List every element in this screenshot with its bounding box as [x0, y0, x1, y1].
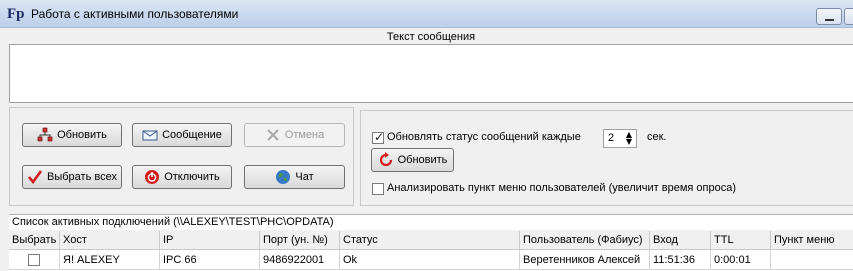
analyze-menu-label: Анализировать пункт меню пользователей (…: [387, 182, 736, 194]
select-all-button-label: Выбрать всех: [47, 171, 117, 183]
column-header-menu-item[interactable]: Пункт меню: [771, 231, 853, 250]
table-cell-ip[interactable]: IPC 66: [160, 250, 260, 270]
app-icon: Fp: [7, 6, 25, 22]
message-text-field[interactable]: [9, 44, 853, 103]
table-cell-status[interactable]: Ok: [340, 250, 520, 270]
refresh-button[interactable]: Обновить: [22, 123, 122, 147]
spinner-arrows-icon[interactable]: ▲ ▼: [622, 131, 636, 146]
envelope-icon: [142, 127, 158, 143]
interval-value: 2: [608, 132, 615, 144]
interval-spinner[interactable]: 2 ▲ ▼: [603, 129, 637, 148]
column-header-ip[interactable]: IP: [160, 231, 260, 250]
refresh-status-button[interactable]: Обновить: [371, 148, 454, 172]
network-refresh-icon: [37, 127, 53, 143]
power-off-icon: [144, 169, 160, 185]
connections-table: Выбрать Хост IP Порт (ун. №) Статус Поль…: [9, 231, 853, 271]
disconnect-button[interactable]: Отключить: [132, 165, 232, 189]
chat-button[interactable]: Чат: [244, 165, 345, 189]
column-header-status[interactable]: Статус: [340, 231, 520, 250]
column-header-port[interactable]: Порт (ун. №): [260, 231, 340, 250]
actions-panel: [9, 107, 354, 206]
select-all-button[interactable]: Выбрать всех: [22, 165, 122, 189]
cancel-x-icon: [265, 127, 281, 143]
column-header-select[interactable]: Выбрать: [9, 231, 60, 250]
red-checkmark-icon: [27, 169, 43, 185]
message-button-label: Сообщение: [162, 129, 222, 141]
title-bar: Fp Работа с активными пользователями: [0, 0, 853, 28]
globe-icon: [275, 169, 291, 185]
refresh-status-button-label: Обновить: [397, 154, 448, 166]
table-cell-menu-item[interactable]: [771, 250, 853, 270]
table-cell-ttl[interactable]: 0:00:01: [711, 250, 771, 270]
auto-refresh-label: Обновлять статус сообщений каждые: [387, 131, 581, 143]
column-header-host[interactable]: Хост: [60, 231, 160, 250]
table-row-select-cell[interactable]: [9, 250, 60, 270]
maximize-button[interactable]: [844, 8, 853, 25]
table-cell-login[interactable]: 11:51:36: [650, 250, 711, 270]
red-refresh-arrow-icon: [378, 152, 394, 168]
column-header-ttl[interactable]: TTL: [711, 231, 771, 250]
chat-button-label: Чат: [295, 171, 314, 183]
auto-refresh-checkbox[interactable]: [372, 130, 384, 144]
interval-unit: сек.: [647, 131, 667, 143]
table-cell-host[interactable]: Я! ALEXEY: [60, 250, 160, 270]
window-title: Работа с активными пользователями: [31, 7, 239, 21]
refresh-button-label: Обновить: [57, 129, 107, 141]
connections-list-header: Список активных подключений (\\ALEXEY\TE…: [9, 214, 853, 230]
minimize-button[interactable]: [816, 8, 842, 25]
message-text-header: Текст сообщения: [386, 31, 476, 43]
cancel-button[interactable]: Отмена: [244, 123, 345, 147]
column-header-user[interactable]: Пользователь (Фабиус): [520, 231, 650, 250]
analyze-menu-checkbox[interactable]: [372, 183, 384, 195]
message-button[interactable]: Сообщение: [132, 123, 232, 147]
table-cell-port[interactable]: 9486922001: [260, 250, 340, 270]
row-select-checkbox[interactable]: [28, 254, 40, 266]
cancel-button-label: Отмена: [284, 129, 325, 141]
column-header-login[interactable]: Вход: [650, 231, 711, 250]
disconnect-button-label: Отключить: [164, 171, 220, 183]
table-cell-user[interactable]: Веретенников Алексей: [520, 250, 650, 270]
